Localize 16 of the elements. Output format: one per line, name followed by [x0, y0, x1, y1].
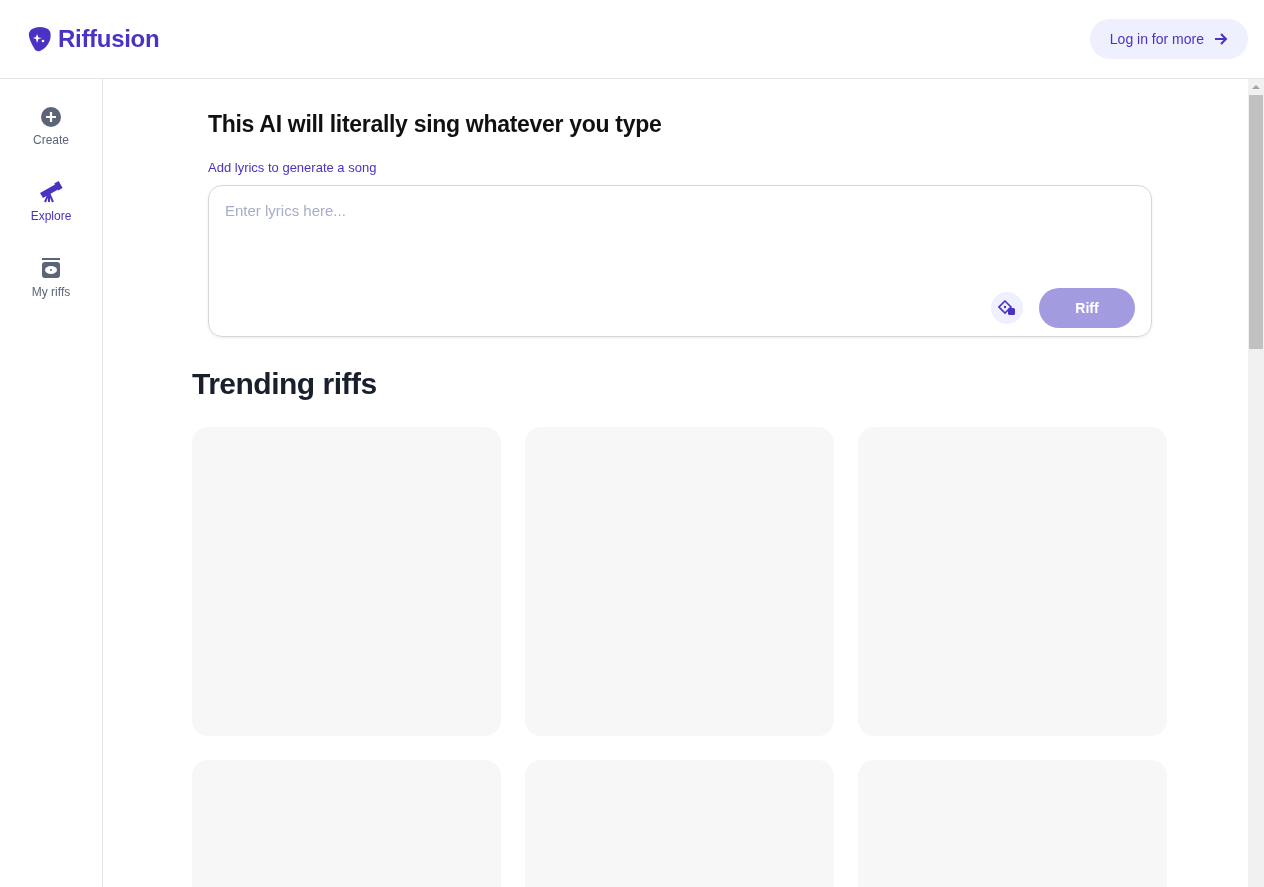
page-heading: This AI will literally sing whatever you type	[208, 111, 663, 138]
section-heading: Trending riffs	[192, 367, 378, 401]
scrollbar[interactable]	[1248, 79, 1264, 887]
telescope-icon	[39, 181, 63, 203]
sidebar-item[interactable]: Explore	[30, 181, 72, 223]
logo-text[interactable]: Riffusion	[58, 25, 160, 53]
box-icon	[40, 257, 62, 279]
logo-icon	[28, 26, 52, 52]
dice-button[interactable]	[991, 292, 1023, 324]
lyrics-label: Add lyrics to generate a song	[208, 160, 378, 175]
login-button[interactable]: Log in for more	[1089, 19, 1248, 59]
sidebar-item[interactable]: Create	[33, 107, 69, 147]
dice-icon	[998, 300, 1016, 316]
sidebar-item[interactable]: My riffs	[31, 257, 71, 299]
arrow-right-icon	[1214, 33, 1228, 45]
plus-icon	[41, 107, 61, 127]
